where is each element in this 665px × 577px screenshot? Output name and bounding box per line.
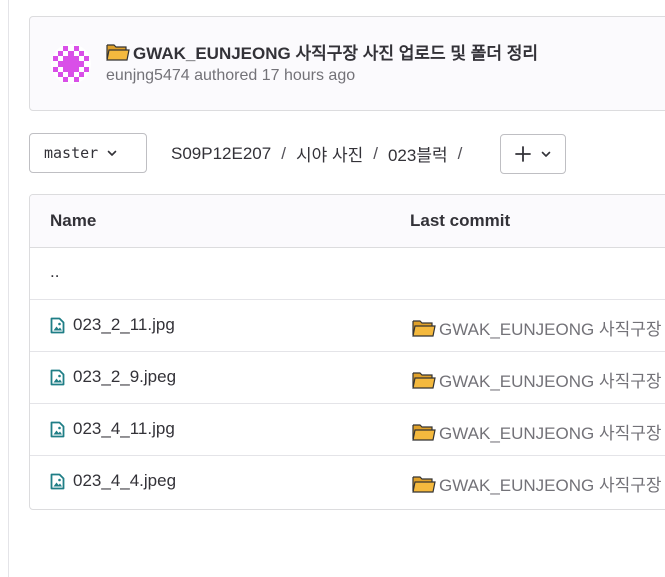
chevron-down-icon	[106, 147, 118, 159]
open-folder-icon	[106, 43, 130, 61]
left-panel-divider	[8, 0, 9, 577]
branch-name: master	[44, 144, 99, 162]
commit-message-link[interactable]: GWAK_EUNJEONG 사직구장	[412, 315, 662, 340]
breadcrumb-item-project[interactable]: S09P12E207	[171, 144, 271, 164]
file-name: 023_4_4.jpeg	[73, 471, 177, 490]
breadcrumb-item-folder[interactable]: 시야 사진	[296, 141, 363, 166]
open-folder-icon	[412, 423, 436, 441]
file-link[interactable]: 023_2_9.jpeg	[50, 367, 176, 387]
file-name: 023_2_11.jpg	[73, 315, 175, 334]
file-link[interactable]: 023_4_4.jpeg	[50, 471, 176, 491]
commit-title-text: GWAK_EUNJEONG 사직구장 사진 업로드 및 폴더 정리	[133, 44, 539, 63]
file-link[interactable]: 023_2_11.jpg	[50, 315, 175, 335]
table-header: Name Last commit	[30, 195, 665, 248]
parent-directory-link[interactable]: ..	[50, 262, 59, 282]
commit-message-link[interactable]: GWAK_EUNJEONG 사직구장	[412, 471, 662, 496]
image-file-icon	[50, 369, 65, 386]
table-row: 023_2_9.jpeg GWAK_EUNJEONG 사직구장	[30, 352, 665, 404]
latest-commit-box: GWAK_EUNJEONG 사직구장 사진 업로드 및 폴더 정리 eunjng…	[29, 16, 665, 111]
commit-time: 17 hours ago	[261, 67, 356, 84]
column-header-last-commit: Last commit	[410, 211, 511, 230]
commit-author-link[interactable]: eunjng5474	[106, 67, 190, 84]
image-file-icon	[50, 317, 65, 334]
commit-title-link[interactable]: GWAK_EUNJEONG 사직구장 사진 업로드 및 폴더 정리	[106, 39, 538, 64]
breadcrumb: S09P12E207 / 시야 사진 / 023블럭 /	[171, 141, 472, 166]
branch-selector[interactable]: master	[29, 133, 147, 173]
commit-message-link[interactable]: GWAK_EUNJEONG 사직구장	[412, 419, 662, 444]
commit-message-text: GWAK_EUNJEONG 사직구장	[439, 424, 662, 443]
file-name: 023_4_11.jpg	[73, 419, 175, 438]
add-to-tree-button[interactable]	[500, 134, 566, 174]
table-row: 023_4_4.jpeg GWAK_EUNJEONG 사직구장	[30, 456, 665, 508]
commit-message-text: GWAK_EUNJEONG 사직구장	[439, 372, 662, 391]
breadcrumb-separator: /	[281, 143, 286, 163]
avatar[interactable]	[51, 44, 91, 84]
commit-message-text: GWAK_EUNJEONG 사직구장	[439, 320, 662, 339]
column-header-name: Name	[50, 211, 97, 230]
breadcrumb-separator: /	[457, 143, 463, 163]
file-tree-table: Name Last commit .. 023_2_11.jpg GWAK_EU…	[29, 194, 665, 510]
table-row: 023_4_11.jpg GWAK_EUNJEONG 사직구장	[30, 404, 665, 456]
open-folder-icon	[412, 475, 436, 493]
parent-directory-row[interactable]: ..	[30, 248, 665, 300]
plus-icon	[514, 145, 532, 163]
breadcrumb-item-subfolder[interactable]: 023블럭	[388, 141, 448, 166]
file-link[interactable]: 023_4_11.jpg	[50, 419, 175, 439]
commit-message-link[interactable]: GWAK_EUNJEONG 사직구장	[412, 367, 662, 392]
commit-message-text: GWAK_EUNJEONG 사직구장	[439, 476, 662, 495]
chevron-down-icon	[540, 148, 552, 160]
file-name: 023_2_9.jpeg	[73, 367, 177, 386]
image-file-icon	[50, 421, 65, 438]
commit-meta: eunjng5474 authored 17 hours ago	[106, 67, 355, 85]
open-folder-icon	[412, 319, 436, 337]
open-folder-icon	[412, 371, 436, 389]
breadcrumb-separator: /	[373, 143, 378, 163]
table-row: 023_2_11.jpg GWAK_EUNJEONG 사직구장	[30, 300, 665, 352]
image-file-icon	[50, 473, 65, 490]
authored-label: authored	[194, 67, 258, 84]
